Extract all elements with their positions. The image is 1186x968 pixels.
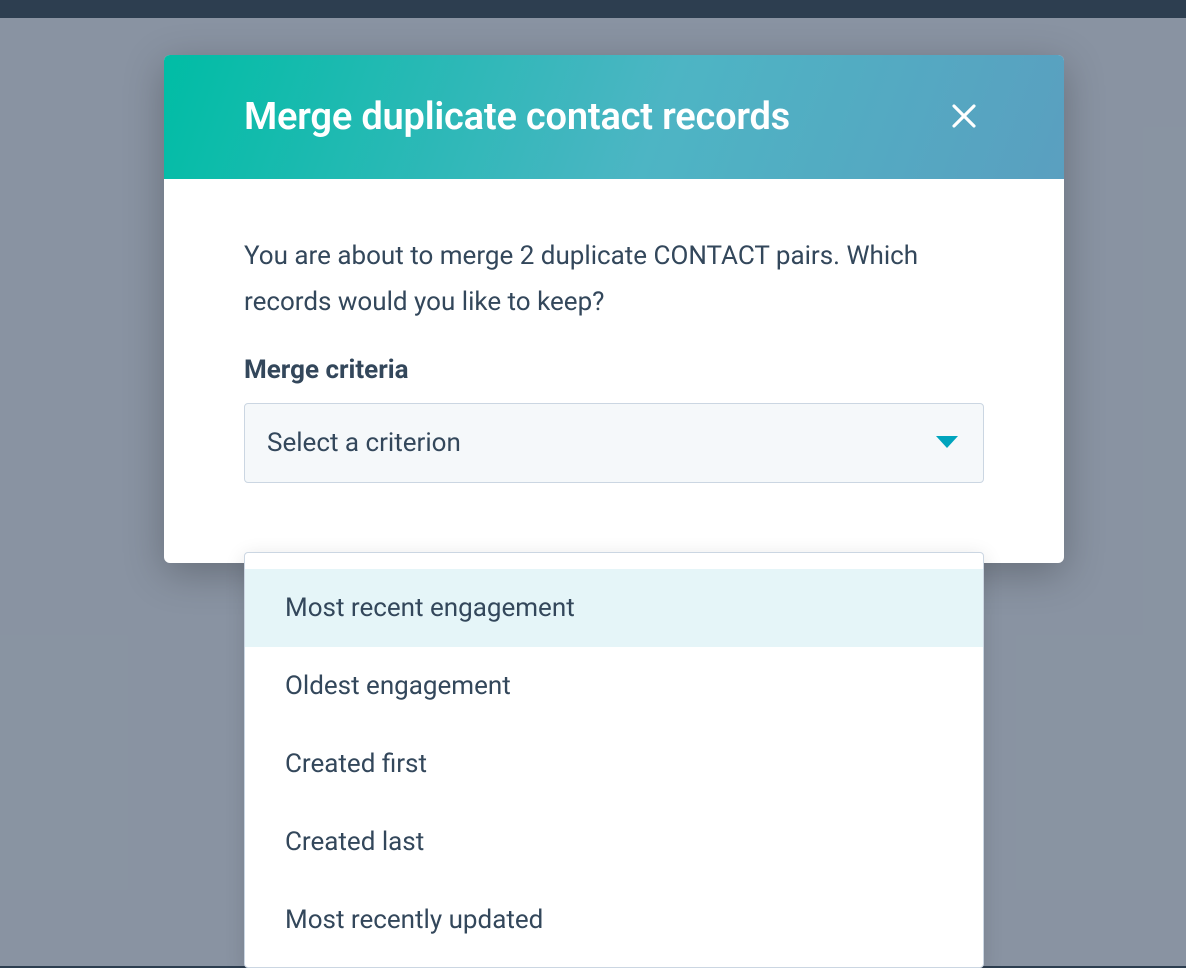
caret-down-icon bbox=[936, 436, 958, 450]
modal-description: You are about to merge 2 duplicate CONTA… bbox=[244, 234, 984, 325]
dropdown-option-most-recent-engagement[interactable]: Most recent engagement bbox=[245, 569, 983, 647]
dropdown-option-created-last[interactable]: Created last bbox=[245, 803, 983, 881]
modal-body: You are about to merge 2 duplicate CONTA… bbox=[164, 179, 1064, 563]
dropdown-option-most-recently-updated[interactable]: Most recently updated bbox=[245, 881, 983, 959]
merge-criteria-label: Merge criteria bbox=[244, 355, 984, 385]
backdrop-navbar-stripe bbox=[0, 0, 1186, 18]
merge-modal: Merge duplicate contact records You are … bbox=[164, 55, 1064, 563]
close-icon bbox=[949, 101, 979, 134]
dropdown-option-oldest-engagement[interactable]: Oldest engagement bbox=[245, 647, 983, 725]
merge-criteria-select[interactable]: Select a criterion bbox=[244, 403, 984, 483]
close-button[interactable] bbox=[944, 97, 984, 137]
merge-criteria-dropdown: Most recent engagement Oldest engagement… bbox=[244, 552, 984, 968]
select-placeholder: Select a criterion bbox=[267, 428, 461, 458]
modal-header: Merge duplicate contact records bbox=[164, 55, 1064, 179]
dropdown-option-created-first[interactable]: Created first bbox=[245, 725, 983, 803]
modal-title: Merge duplicate contact records bbox=[244, 95, 790, 139]
